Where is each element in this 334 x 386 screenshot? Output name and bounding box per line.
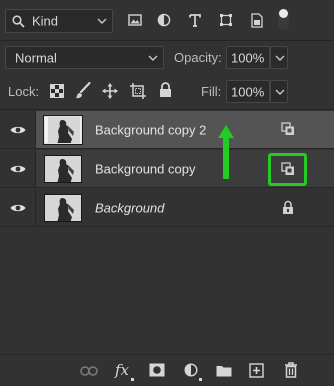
smart-object-filter-icon[interactable] xyxy=(250,13,264,28)
visibility-toggle[interactable] xyxy=(0,189,36,226)
fill-dropdown-button[interactable] xyxy=(270,80,288,103)
fill-field[interactable]: 100% xyxy=(226,80,270,103)
lock-image-pixels-icon[interactable] xyxy=(75,82,91,100)
prevent-auto-nesting-icon[interactable] xyxy=(130,83,146,99)
shape-filter-icon[interactable] xyxy=(219,13,233,27)
blend-mode-select[interactable]: Normal xyxy=(5,46,164,69)
layer-thumbnail xyxy=(44,155,82,183)
lock-all-icon[interactable] xyxy=(159,82,172,98)
new-layer-icon[interactable] xyxy=(249,363,264,378)
fx-icon[interactable]: fx xyxy=(115,361,129,379)
adjustment-menu-chevron-icon xyxy=(199,378,202,381)
chevron-down-icon xyxy=(275,55,285,61)
chevron-down-icon xyxy=(275,89,285,95)
layer-name[interactable]: Background copy xyxy=(95,161,195,176)
search-icon xyxy=(12,15,25,28)
eye-icon xyxy=(10,126,26,134)
filter-toggle-icon[interactable] xyxy=(278,8,289,30)
chevron-down-icon xyxy=(97,18,107,24)
layer-row-background-copy-2[interactable]: Background copy 2 xyxy=(0,111,334,149)
lock-position-icon[interactable] xyxy=(102,83,118,99)
fill-label: Fill: xyxy=(201,84,222,99)
add-mask-icon[interactable] xyxy=(149,363,165,377)
lock-transparent-pixels-icon[interactable] xyxy=(50,84,64,98)
opacity-value: 100% xyxy=(231,50,265,65)
annotation-arrow-icon xyxy=(218,125,234,179)
layer-name[interactable]: Background xyxy=(95,200,164,215)
filter-kind-label: Kind xyxy=(32,13,59,29)
layers-bottom-toolbar: fx xyxy=(0,354,334,386)
adjustment-filter-icon[interactable] xyxy=(157,13,171,27)
blend-mode-label: Normal xyxy=(15,50,57,65)
fx-menu-chevron-icon xyxy=(131,378,134,381)
annotation-highlight-box xyxy=(268,153,307,186)
layer-thumbnail xyxy=(43,115,83,145)
adjustment-layer-icon[interactable] xyxy=(184,363,198,377)
lock-label: Lock: xyxy=(8,84,40,99)
opacity-label: Opacity: xyxy=(174,50,222,65)
eye-icon xyxy=(10,204,26,212)
visibility-toggle[interactable] xyxy=(0,111,36,148)
new-group-icon[interactable] xyxy=(216,364,232,377)
opacity-field[interactable]: 100% xyxy=(226,46,270,69)
smart-object-icon xyxy=(281,122,294,135)
link-layers-icon[interactable] xyxy=(80,366,98,376)
type-filter-icon[interactable] xyxy=(188,13,202,27)
layer-name[interactable]: Background copy 2 xyxy=(95,122,206,137)
visibility-toggle[interactable] xyxy=(0,150,36,187)
fill-value: 100% xyxy=(231,84,265,99)
layer-row-background[interactable]: Background xyxy=(0,189,334,227)
chevron-down-icon xyxy=(148,55,158,61)
opacity-dropdown-button[interactable] xyxy=(270,46,288,69)
eye-icon xyxy=(10,165,26,173)
lock-icon xyxy=(283,200,293,214)
layer-thumbnail xyxy=(44,194,82,222)
filter-kind-select[interactable]: Kind xyxy=(5,9,113,33)
image-filter-icon[interactable] xyxy=(128,13,142,27)
delete-layer-icon[interactable] xyxy=(284,362,298,378)
